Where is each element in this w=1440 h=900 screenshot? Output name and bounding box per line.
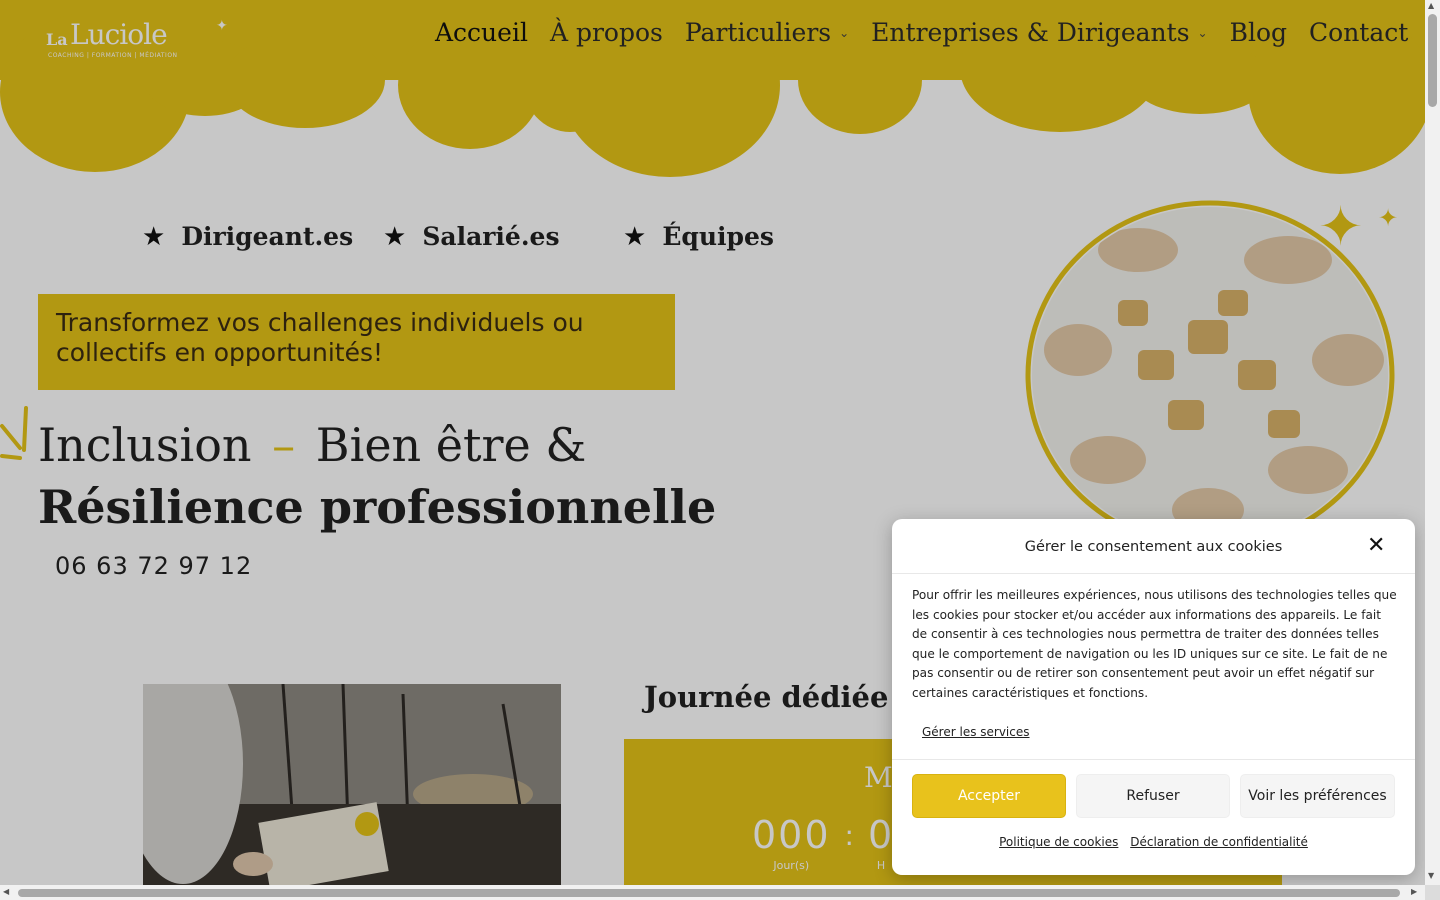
page: La Luciole ✦ COACHING | FORMATION | MÉDI… — [0, 0, 1425, 885]
divider — [892, 573, 1415, 574]
cookie-modal-title: Gérer le consentement aux cookies — [1024, 539, 1283, 555]
refuse-button[interactable]: Refuser — [1076, 774, 1230, 818]
scroll-down-icon[interactable]: ▼ — [1428, 871, 1434, 880]
vertical-scrollbar[interactable]: ▲ ▼ — [1425, 0, 1440, 885]
manage-services-link[interactable]: Gérer les services — [922, 725, 1030, 739]
privacy-statement-link[interactable]: Déclaration de confidentialité — [1130, 835, 1308, 849]
cookie-consent-modal: Gérer le consentement aux cookies ✕ Pour… — [892, 519, 1415, 875]
close-icon[interactable]: ✕ — [1367, 533, 1385, 558]
accept-button[interactable]: Accepter — [912, 774, 1066, 818]
scroll-up-icon[interactable]: ▲ — [1428, 1, 1434, 10]
scroll-right-icon[interactable]: ▶ — [1411, 887, 1417, 896]
vertical-scroll-thumb[interactable] — [1428, 14, 1437, 107]
scrollbar-corner — [1425, 885, 1440, 900]
horizontal-scroll-thumb[interactable] — [18, 889, 1400, 897]
cookie-modal-links: Politique de cookies Déclaration de conf… — [892, 835, 1415, 849]
divider — [892, 759, 1415, 760]
cookie-modal-body: Pour offrir les meilleures expériences, … — [912, 588, 1397, 700]
cookie-policy-link[interactable]: Politique de cookies — [999, 835, 1118, 849]
view-preferences-button[interactable]: Voir les préférences — [1240, 774, 1395, 818]
scroll-left-icon[interactable]: ◀ — [3, 887, 9, 896]
horizontal-scrollbar[interactable]: ◀ ▶ — [0, 885, 1425, 900]
